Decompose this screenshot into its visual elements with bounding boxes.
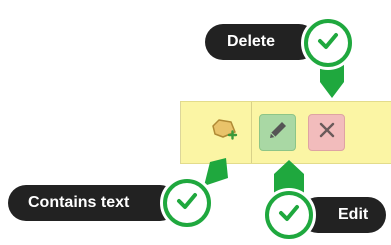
check-badge-contains-text xyxy=(160,176,214,230)
edit-callout-label: Edit xyxy=(338,206,369,223)
edit-button[interactable] xyxy=(259,114,296,151)
check-icon xyxy=(276,200,302,231)
check-icon xyxy=(315,28,341,59)
tag-add-icon xyxy=(209,117,239,148)
contains-text-button[interactable] xyxy=(205,114,242,151)
contains-text-callout: Contains text xyxy=(8,185,178,221)
close-icon xyxy=(317,120,337,145)
toolbar-divider xyxy=(251,102,252,163)
check-badge-edit xyxy=(262,188,316,242)
pencil-icon xyxy=(266,118,290,147)
delete-callout-label: Delete xyxy=(227,33,276,50)
annotation-toolbar xyxy=(180,101,391,164)
check-badge-delete xyxy=(301,16,355,70)
check-icon xyxy=(174,188,200,219)
contains-text-callout-label: Contains text xyxy=(28,194,130,211)
delete-button[interactable] xyxy=(308,114,345,151)
